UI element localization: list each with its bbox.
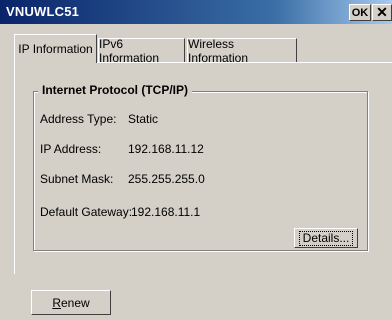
ok-button[interactable]: OK [349,4,371,21]
renew-button[interactable]: Renew [31,290,111,315]
renew-button-label: enew [60,295,90,310]
address-type-label: Address Type: [40,112,117,126]
tab-wireless-information[interactable]: Wireless Information [187,37,297,65]
renew-mnemonic: R [52,295,61,310]
ip-address-label: IP Address: [40,142,102,156]
subnet-mask-value: 255.255.255.0 [128,172,205,186]
details-button[interactable]: Details... [294,228,358,248]
default-gateway-value: 192.168.11.1 [131,205,201,219]
tab-ip-information[interactable]: IP Information [14,34,97,63]
window-title: VNUWLC51 [6,4,80,19]
ip-address-value: 192.168.11.12 [128,142,204,156]
group-title: Internet Protocol (TCP/IP) [38,83,193,97]
close-button[interactable]: ✕ [372,4,392,21]
tab-ipv6-information[interactable]: IPv6 Information [98,37,185,65]
address-type-value: Static [128,112,159,126]
title-bar: VNUWLC51 OK ✕ [0,0,392,24]
details-button-label: Details... [298,230,354,246]
default-gateway-label: Default Gateway: [40,205,133,219]
subnet-mask-label: Subnet Mask: [40,172,114,186]
